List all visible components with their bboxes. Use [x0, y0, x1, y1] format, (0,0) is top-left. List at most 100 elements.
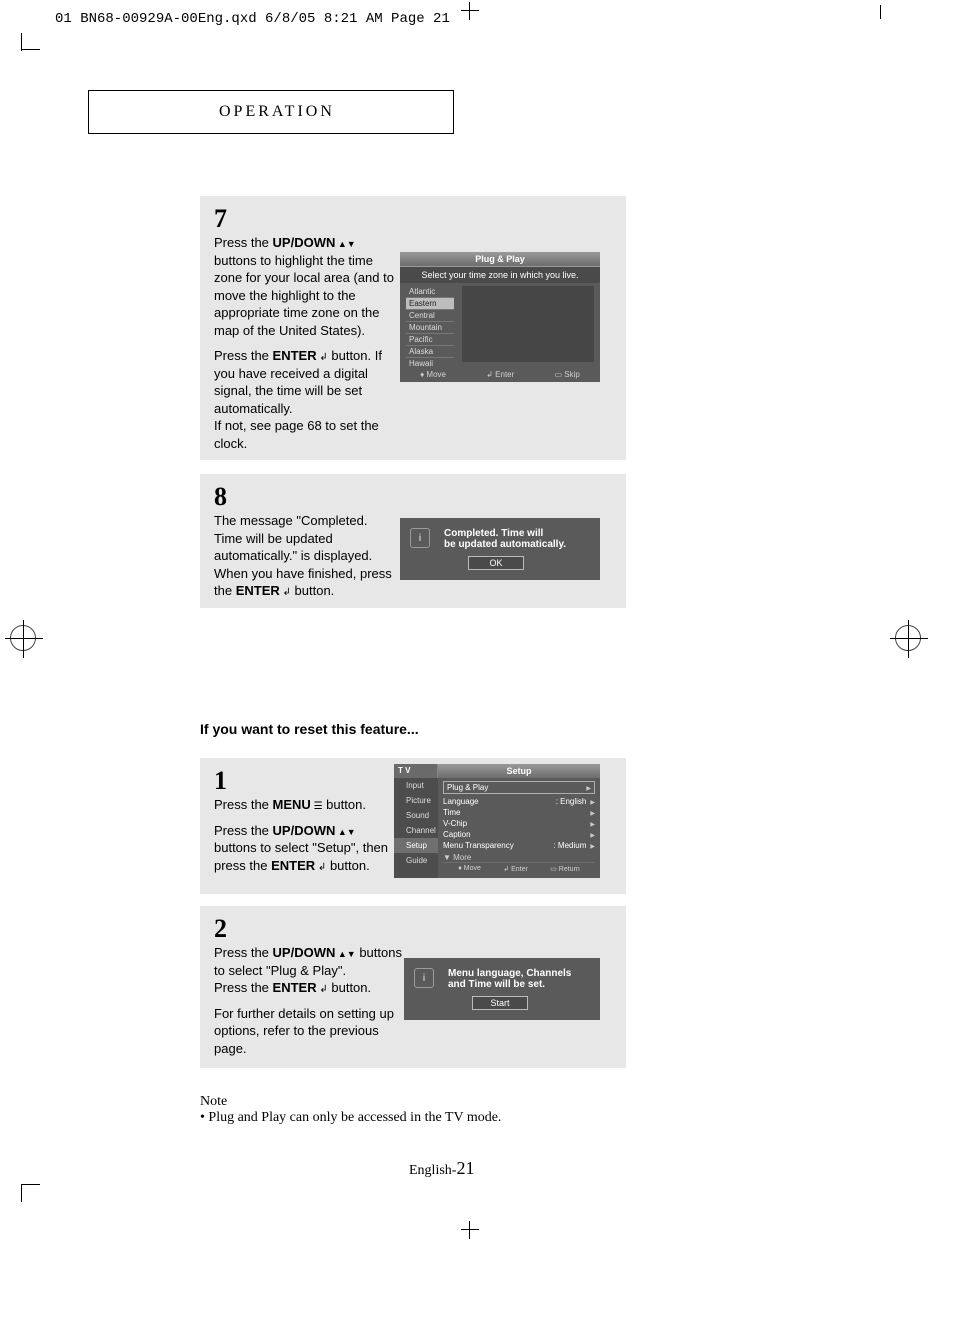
start-button[interactable]: Start [472, 996, 528, 1010]
osd-menu: Plug & Play Language: English Time V-Chi… [438, 778, 600, 878]
t: UP/DOWN [273, 945, 336, 960]
t: button. [326, 858, 369, 873]
us-map-icon [462, 286, 594, 362]
hint-move: ♦ Move [420, 370, 446, 379]
step-number: 8 [214, 484, 612, 510]
side-sound[interactable]: Sound [394, 808, 438, 823]
step-7-block: 7 Press the UP/DOWN buttons to highlight… [200, 196, 626, 460]
t: Press the [214, 823, 273, 838]
setup-menu-osd: T V Setup Input Picture Sound Channel Se… [394, 764, 600, 878]
menu-more[interactable]: ▼ More [443, 851, 595, 862]
menu-time[interactable]: Time [443, 807, 595, 818]
side-channel[interactable]: Channel [394, 823, 438, 838]
crop-mark [22, 1184, 40, 1185]
step-text: The message "Completed. Time will be upd… [214, 512, 399, 600]
step-number: 2 [214, 916, 612, 942]
start-modal: i Menu language, Channels and Time will … [404, 958, 600, 1020]
hint-return: ▭ Return [550, 865, 580, 873]
t: button. [328, 980, 371, 995]
menu-transparency[interactable]: Menu Transparency: Medium [443, 840, 595, 851]
hint-skip: ▭ Skip [555, 370, 580, 379]
enter-icon [315, 858, 326, 873]
print-header: 01 BN68-00929A-00Eng.qxd 6/8/05 8:21 AM … [55, 11, 450, 27]
note-heading: Note [200, 1094, 501, 1110]
modal-line: be updated automatically. [444, 539, 586, 550]
hint-move: ♦ Move [458, 865, 481, 873]
section-title: OPERATION [88, 90, 454, 134]
info-icon: i [414, 968, 434, 988]
registration-mark-icon [461, 2, 479, 20]
crop-mark [22, 49, 40, 50]
tz-alaska[interactable]: Alaska [406, 346, 454, 358]
updown-icon [335, 823, 355, 838]
note-body: • Plug and Play can only be accessed in … [200, 1110, 501, 1126]
t: UP/DOWN [273, 235, 336, 250]
hint-enter: ↲ Enter [486, 370, 514, 379]
t: Press the [214, 348, 273, 363]
tz-pacific[interactable]: Pacific [406, 334, 454, 346]
crop-mark [21, 1184, 22, 1202]
tz-atlantic[interactable]: Atlantic [406, 286, 454, 298]
step-text: Press the MENU button. Press the UP/DOWN… [214, 796, 399, 874]
t: button. [323, 797, 366, 812]
osd-title: Plug & Play [400, 252, 600, 267]
t: buttons to highlight the time zone for y… [214, 253, 394, 338]
tz-central[interactable]: Central [406, 310, 454, 322]
t: ENTER [271, 858, 315, 873]
menu-plug-play[interactable]: Plug & Play [443, 781, 595, 794]
modal-line: and Time will be set. [448, 979, 586, 990]
page-number: English-21 [409, 1158, 474, 1179]
page-num-value: 21 [456, 1158, 474, 1178]
side-setup[interactable]: Setup [394, 838, 438, 853]
t: Press the [214, 980, 273, 995]
osd-setup-title: Setup [438, 764, 600, 778]
osd-sidebar: Input Picture Sound Channel Setup Guide [394, 778, 438, 878]
enter-icon [280, 583, 291, 598]
step-number: 7 [214, 206, 612, 232]
osd-tv-label: T V [394, 764, 438, 778]
tz-mountain[interactable]: Mountain [406, 322, 454, 334]
step-text: Press the UP/DOWN buttons to select "Plu… [214, 944, 414, 1057]
t: For further details on setting up option… [214, 1005, 414, 1058]
completed-modal: i Completed. Time will be updated automa… [400, 518, 600, 580]
modal-line: Completed. Time will [444, 528, 586, 539]
timezone-list: Atlantic Eastern Central Mountain Pacifi… [406, 286, 454, 370]
registration-mark-icon [461, 1221, 479, 1239]
modal-line: Menu language, Channels [448, 968, 586, 979]
hint-enter: ↲ Enter [503, 865, 528, 873]
step-2-block: 2 Press the UP/DOWN buttons to select "P… [200, 906, 626, 1068]
side-picture[interactable]: Picture [394, 793, 438, 808]
tz-eastern[interactable]: Eastern [406, 298, 454, 310]
reset-heading: If you want to reset this feature... [200, 721, 419, 737]
t: MENU [273, 797, 311, 812]
page-prefix: English- [409, 1163, 456, 1178]
t: ENTER [273, 980, 317, 995]
crop-mark [880, 5, 881, 19]
enter-icon [317, 348, 328, 363]
menu-caption[interactable]: Caption [443, 829, 595, 840]
step-1-block: 1 Press the MENU button. Press the UP/DO… [200, 758, 626, 894]
ok-button[interactable]: OK [468, 556, 524, 570]
updown-icon [335, 945, 355, 960]
info-icon: i [410, 528, 430, 548]
t: Press the [214, 235, 273, 250]
updown-icon [335, 235, 355, 250]
t: ENTER [273, 348, 317, 363]
step-text: Press the UP/DOWN buttons to highlight t… [214, 234, 399, 453]
t: button. [291, 583, 334, 598]
step-8-block: 8 The message "Completed. Time will be u… [200, 474, 626, 608]
registration-mark-icon [10, 625, 36, 651]
side-input[interactable]: Input [394, 778, 438, 793]
enter-icon [317, 980, 328, 995]
menu-vchip[interactable]: V-Chip [443, 818, 595, 829]
note: Note • Plug and Play can only be accesse… [200, 1094, 501, 1126]
t: Press the [214, 945, 273, 960]
t: Press the [214, 797, 273, 812]
t: If not, see page 68 to set the clock. [214, 418, 379, 451]
menu-icon [311, 797, 323, 812]
registration-mark-icon [895, 625, 921, 651]
t: UP/DOWN [273, 823, 336, 838]
side-guide[interactable]: Guide [394, 853, 438, 868]
t: ENTER [236, 583, 280, 598]
menu-language[interactable]: Language: English [443, 796, 595, 807]
